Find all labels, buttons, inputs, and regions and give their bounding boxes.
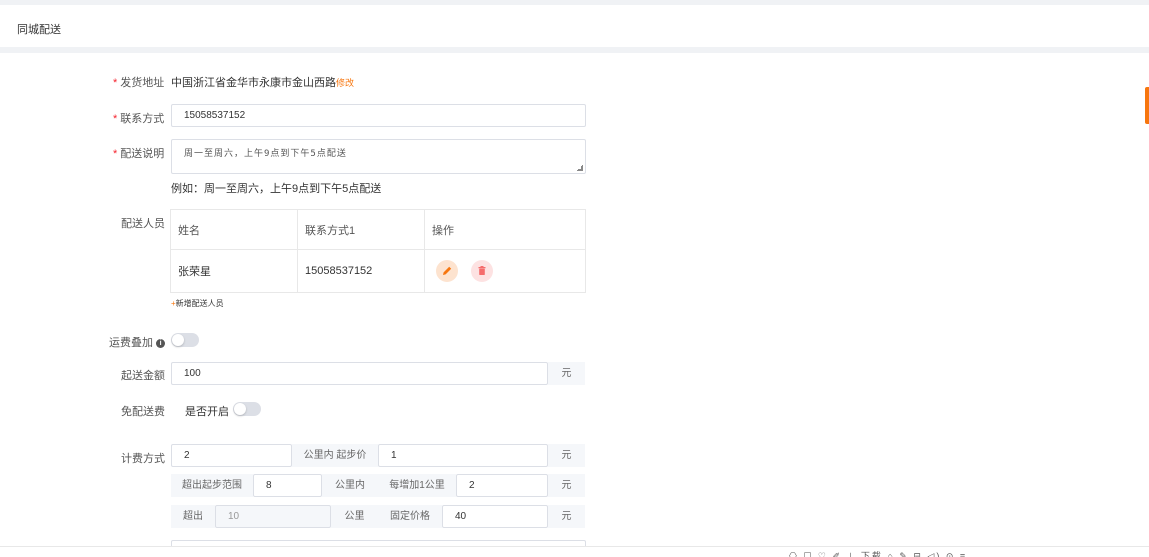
table-row: 张荣星 15058537152 (170, 249, 586, 293)
min-amount-unit: 元 (548, 362, 585, 385)
fee-stack-switch[interactable] (171, 333, 199, 347)
free-shipping-toggle-label: 是否开启 (185, 406, 229, 418)
billing-over-km-input: 10 (215, 505, 331, 528)
edit-button[interactable] (436, 260, 458, 282)
column-header-phone: 联系方式1 (297, 209, 425, 250)
delete-button[interactable] (471, 260, 494, 282)
ship-address-text: 中国浙江省金华市永康市金山西路 (171, 77, 336, 89)
delivery-note-textarea[interactable]: 周一至周六，上午9点到下午5点配送 (171, 139, 586, 174)
column-header-name: 姓名 (170, 209, 298, 250)
ship-address-edit-link[interactable]: 修改 (336, 78, 354, 88)
billing-over-prefix: 超出 (171, 505, 215, 528)
delivery-note-example: 例如：周一至周六，上午9点到下午5点配送 (171, 183, 382, 195)
staff-label: 配送人员 (121, 218, 165, 230)
billing-start-label: 公里内 起步价 (292, 444, 378, 467)
page-title: 同城配送 (17, 24, 61, 36)
billing-start-km-input[interactable]: 2 (171, 444, 292, 467)
ship-address-value: 中国浙江省金华市永康市金山西路修改 (171, 74, 354, 90)
contact-label: 联系方式 (113, 110, 164, 126)
page: 同城配送 发货地址 中国浙江省金华市永康市金山西路修改 联系方式 1505853… (0, 0, 1149, 557)
staff-table-header: 姓名 联系方式1 操作 (170, 209, 586, 250)
column-header-actions: 操作 (424, 209, 586, 250)
delivery-note-text: 周一至周六，上午9点到下午5点配送 (184, 149, 347, 159)
staff-table: 姓名 联系方式1 操作 张荣星 15058537152 (170, 209, 586, 293)
billing-per-km-unit: 元 (548, 474, 585, 497)
delivery-note-label: 配送说明 (113, 145, 164, 161)
billing-extra-km-input[interactable]: 8 (253, 474, 322, 497)
billing-per-km-price-input[interactable]: 2 (456, 474, 548, 497)
add-staff-label: 新增配送人员 (175, 299, 224, 308)
bottom-toolbar-icons[interactable]: ⎔ ☐ ♡ ✐ ⊥ 下载 ⌂ ✎ ⊟ ◁) ⊙ ≡ (789, 549, 967, 557)
billing-fixed-price-input[interactable]: 40 (442, 505, 548, 528)
ship-address-label: 发货地址 (113, 74, 164, 90)
staff-phone-cell: 15058537152 (297, 249, 425, 293)
free-shipping-switch[interactable] (233, 402, 261, 416)
billing-per-km-label: 每增加1公里 (378, 474, 456, 497)
billing-start-price-unit: 元 (548, 444, 585, 467)
billing-extra-range-prefix: 超出起步范围 (171, 474, 253, 497)
info-icon[interactable]: i (156, 338, 166, 348)
billing-label: 计费方式 (121, 453, 165, 465)
contact-input[interactable]: 15058537152 (171, 104, 586, 127)
staff-actions-cell (424, 249, 586, 293)
free-shipping-label: 免配送费 (121, 406, 165, 418)
resize-handle-icon[interactable] (577, 165, 583, 171)
billing-fixed-price-unit: 元 (548, 505, 585, 528)
min-amount-label: 起送金额 (121, 370, 165, 382)
side-tab-handle[interactable] (1145, 87, 1149, 124)
billing-extra-km-label: 公里内 (322, 474, 378, 497)
trash-icon (478, 266, 486, 275)
billing-start-price-input[interactable]: 1 (378, 444, 548, 467)
min-amount-input[interactable]: 100 (171, 362, 548, 385)
page-header: 同城配送 (0, 5, 1149, 47)
billing-over-km-label: 公里 (331, 505, 378, 528)
pencil-icon (443, 266, 452, 275)
fee-stack-label: 运费叠加 i (109, 334, 166, 350)
add-staff-link[interactable]: +新增配送人员 (171, 298, 224, 309)
billing-fixed-price-label: 固定价格 (378, 505, 442, 528)
bottom-toolbar: ⎔ ☐ ♡ ✐ ⊥ 下载 ⌂ ✎ ⊟ ◁) ⊙ ≡ (0, 546, 1149, 557)
staff-name-cell: 张荣星 (170, 249, 298, 293)
